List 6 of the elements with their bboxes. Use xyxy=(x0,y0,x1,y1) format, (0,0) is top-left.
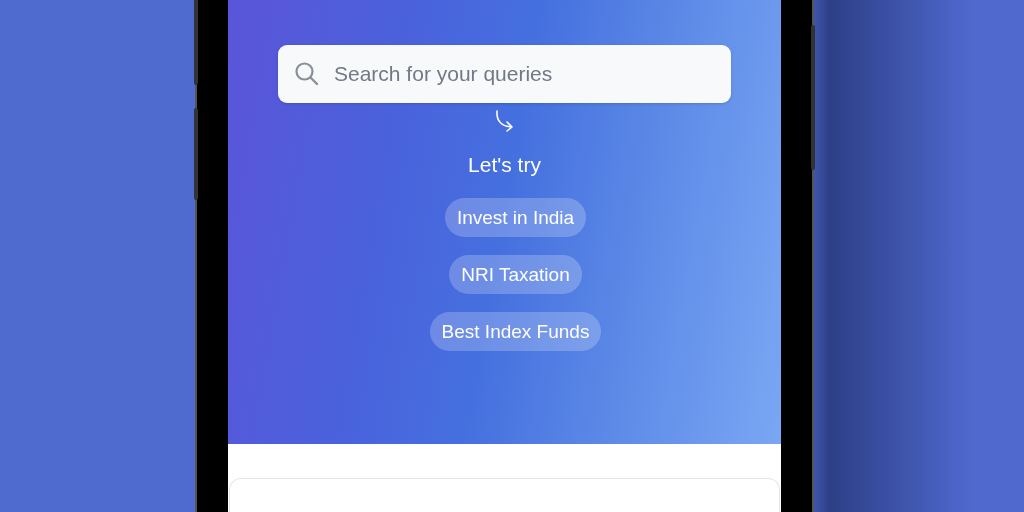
suggestion-chip[interactable]: Best Index Funds xyxy=(429,312,602,351)
suggestion-chip[interactable]: Invest in India xyxy=(444,198,587,237)
prompt-text: Let's try xyxy=(468,152,541,178)
curved-arrow-icon xyxy=(493,110,516,134)
suggestion-chip[interactable]: NRI Taxation xyxy=(449,255,582,294)
search-field[interactable]: Search for your queries xyxy=(278,45,731,103)
